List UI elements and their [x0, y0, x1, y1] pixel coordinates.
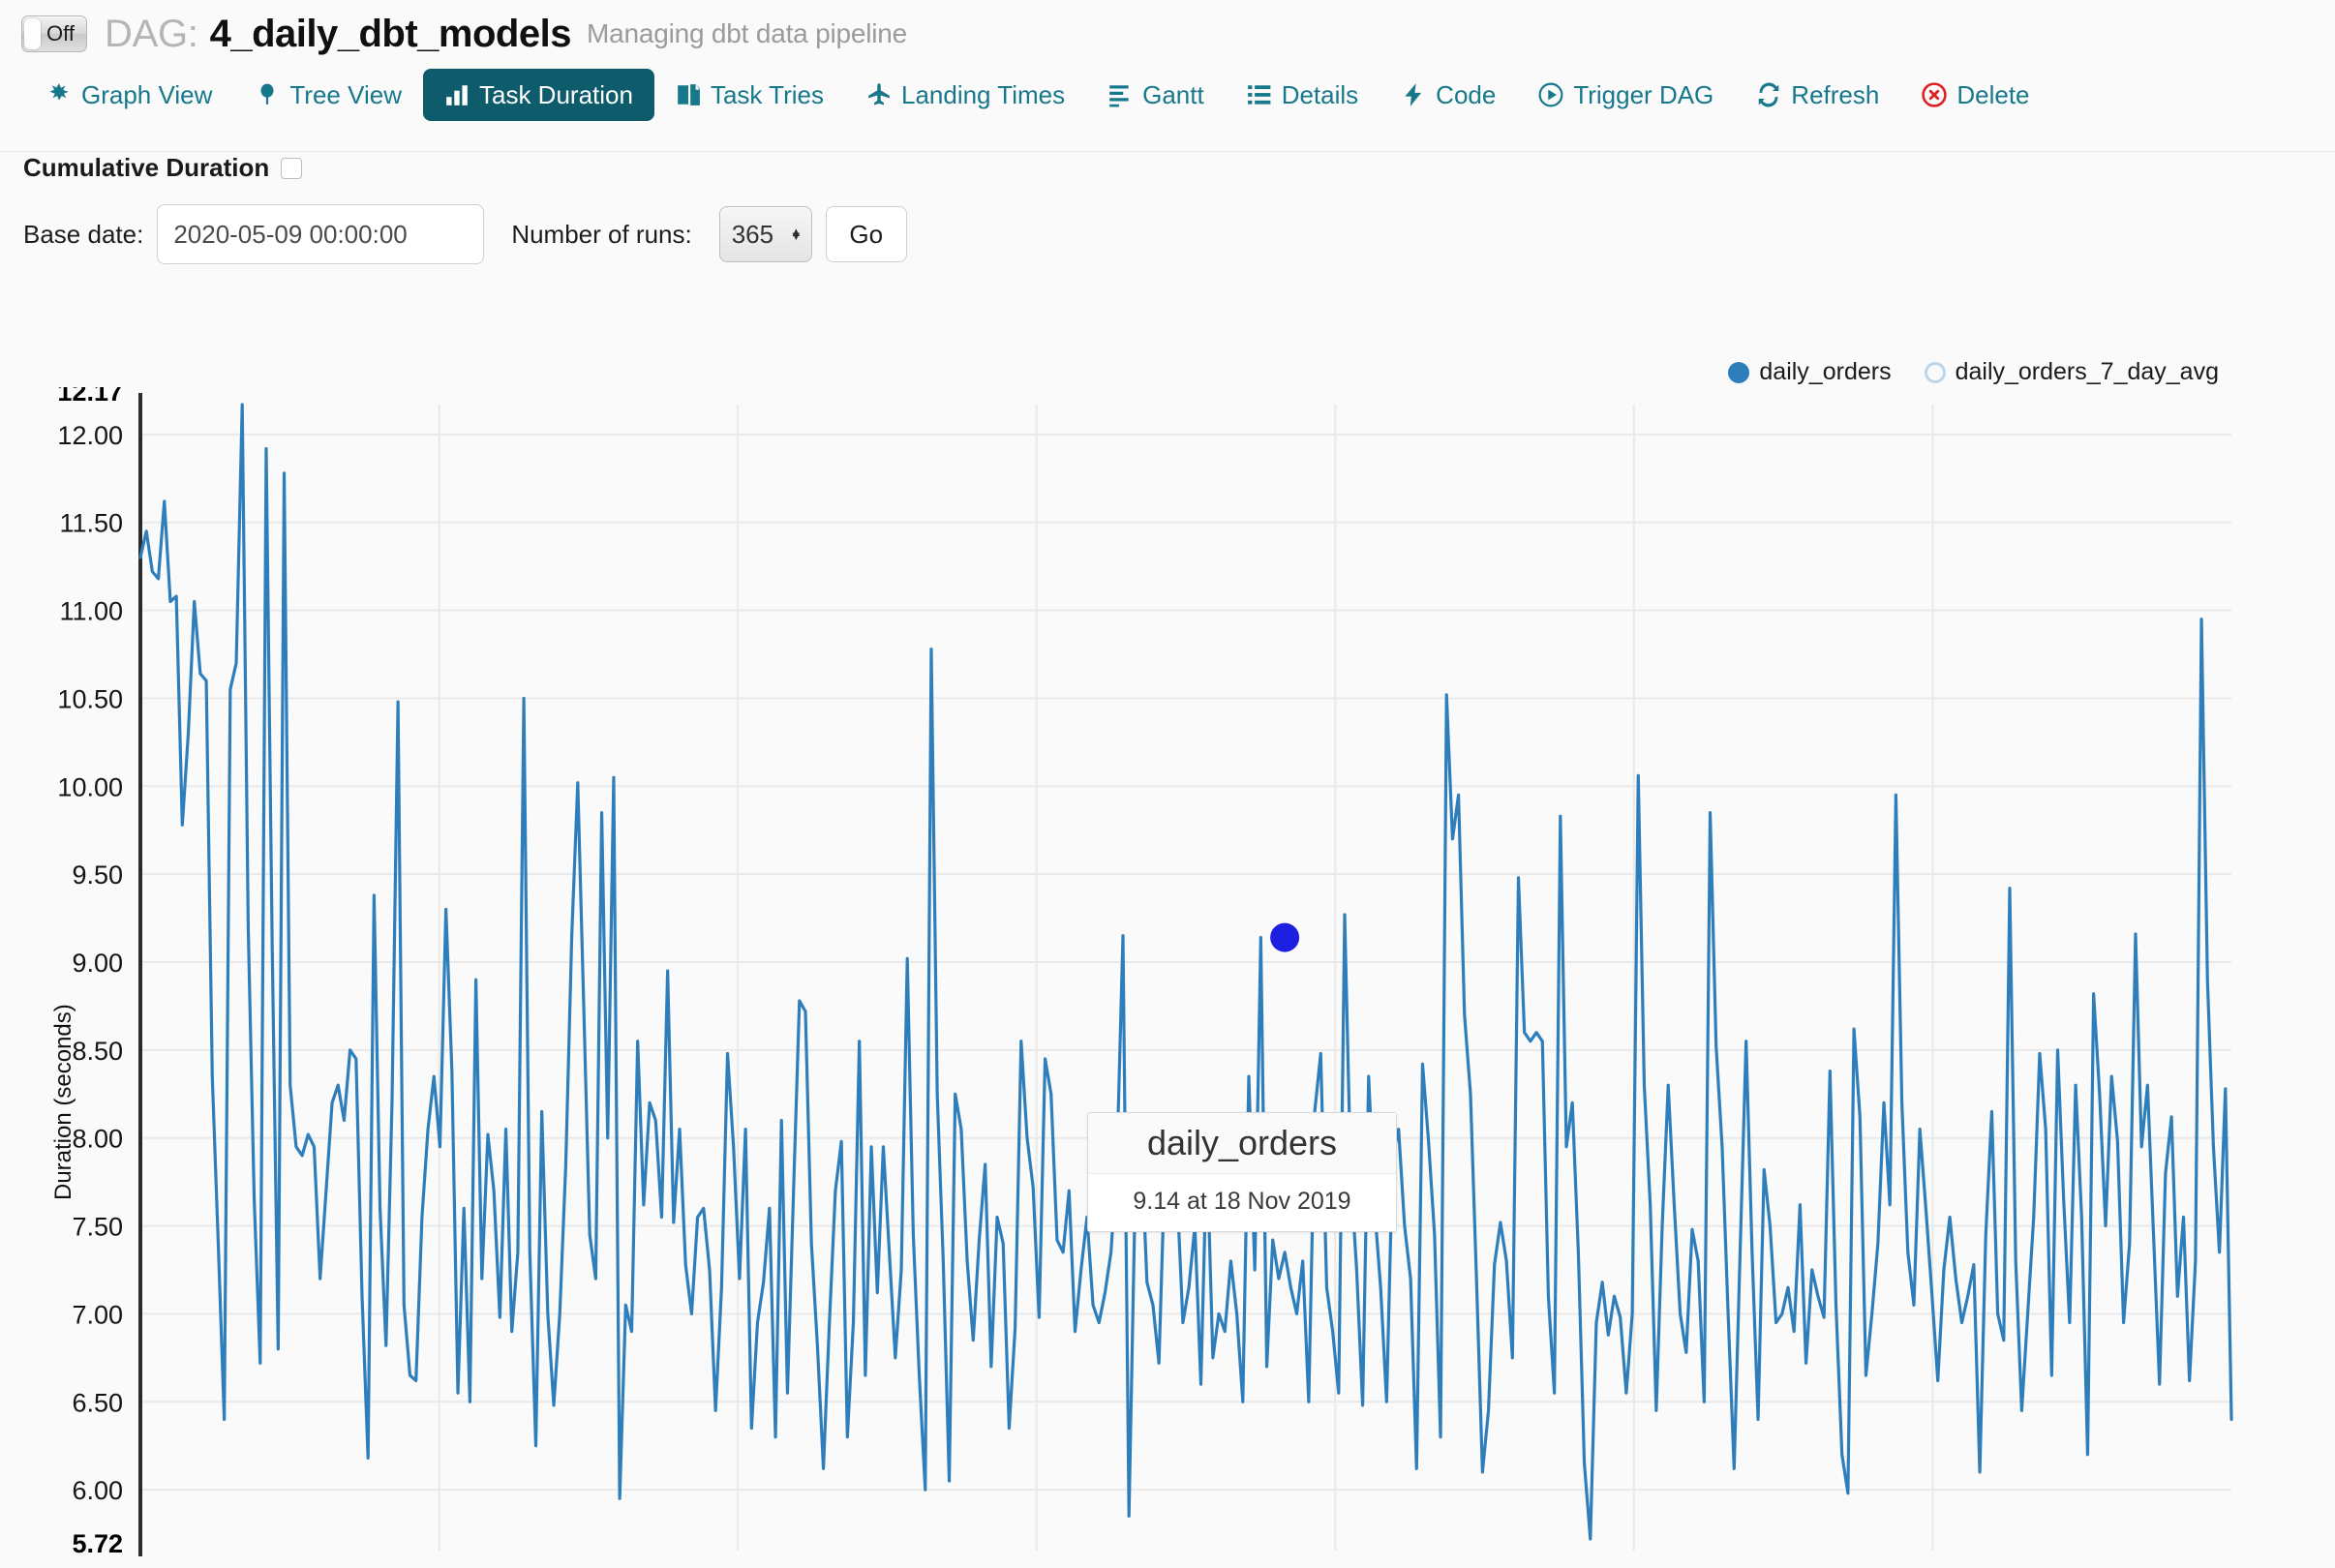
tab-label: Trigger DAG: [1573, 82, 1713, 107]
tab-label: Code: [1436, 82, 1496, 107]
svg-text:7.00: 7.00: [72, 1300, 123, 1329]
dag-nav-tabs: Graph View Tree View Task Duration Task …: [0, 60, 2335, 130]
legend-marker-icon: [1925, 362, 1946, 383]
bolt-icon: [1401, 82, 1426, 107]
tab-trigger-dag[interactable]: Trigger DAG: [1517, 69, 1735, 121]
cumulative-duration-label: Cumulative Duration: [23, 153, 269, 183]
go-button[interactable]: Go: [826, 206, 907, 262]
base-date-label: Base date:: [23, 220, 143, 250]
asterisk-icon: [46, 82, 72, 107]
svg-text:11.50: 11.50: [59, 509, 123, 538]
tab-label: Task Duration: [479, 82, 633, 107]
svg-text:6.00: 6.00: [72, 1476, 123, 1505]
tab-label: Delete: [1956, 82, 2029, 107]
toggle-label: Off: [46, 23, 86, 45]
svg-text:10.00: 10.00: [57, 772, 123, 801]
tab-label: Task Tries: [711, 82, 824, 107]
tab-refresh[interactable]: Refresh: [1735, 69, 1900, 121]
dag-header: Off DAG: 4_daily_dbt_models Managing dbt…: [0, 0, 2335, 60]
tab-task-tries[interactable]: Task Tries: [654, 69, 845, 121]
toggle-knob: [24, 18, 41, 49]
chart-svg[interactable]: 6.00 6.50 7.00 7.50 8.00 8.50 9.00 9.50 10.00 10.…: [0, 387, 2335, 1568]
tab-label: Refresh: [1791, 82, 1879, 107]
delete-circle-icon: [1922, 82, 1947, 107]
chart-plot-area: 6.00 6.50 7.00 7.50 8.00 8.50 9.00 9.50 10.00 10.…: [0, 387, 2335, 1568]
tab-task-duration[interactable]: Task Duration: [423, 69, 654, 121]
dag-id: 4_daily_dbt_models: [210, 13, 571, 56]
task-duration-chart: daily_orders daily_orders_7_day_avg 6.00…: [0, 348, 2335, 1568]
tab-delete[interactable]: Delete: [1900, 69, 2050, 121]
tab-code[interactable]: Code: [1380, 69, 1517, 121]
svg-text:6.50: 6.50: [72, 1388, 123, 1417]
legend-marker-icon: [1728, 362, 1749, 383]
tab-tree-view[interactable]: Tree View: [233, 69, 423, 121]
tab-graph-view[interactable]: Graph View: [25, 69, 233, 121]
y-axis-title: Duration (seconds): [50, 1004, 77, 1200]
tab-label: Tree View: [289, 82, 402, 107]
files-icon: [676, 82, 701, 107]
bar-chart-icon: [444, 82, 470, 107]
refresh-icon: [1756, 82, 1781, 107]
dag-label: DAG:: [105, 13, 198, 56]
svg-text:11.00: 11.00: [59, 597, 123, 626]
number-of-runs-label: Number of runs:: [511, 220, 691, 250]
list-icon: [1247, 82, 1272, 107]
legend-label: daily_orders: [1759, 358, 1891, 386]
number-of-runs-stepper[interactable]: ▲ ▼: [719, 206, 812, 262]
svg-text:12.17: 12.17: [57, 387, 123, 407]
chart-legend: daily_orders daily_orders_7_day_avg: [1728, 358, 2219, 386]
align-left-icon: [1107, 82, 1133, 107]
tab-gantt[interactable]: Gantt: [1086, 69, 1226, 121]
header-divider: [0, 151, 2335, 152]
svg-text:8.00: 8.00: [72, 1125, 123, 1154]
tab-label: Gantt: [1142, 82, 1204, 107]
svg-text:10.50: 10.50: [57, 684, 123, 713]
tab-label: Graph View: [81, 82, 212, 107]
cumulative-duration-checkbox[interactable]: [281, 158, 302, 179]
tab-details[interactable]: Details: [1226, 69, 1380, 121]
tab-label: Landing Times: [901, 82, 1065, 107]
svg-text:5.72: 5.72: [72, 1529, 123, 1558]
tab-landing-times[interactable]: Landing Times: [845, 69, 1086, 121]
svg-text:9.00: 9.00: [72, 949, 123, 978]
dag-description: Managing dbt data pipeline: [587, 18, 907, 49]
plane-icon: [866, 82, 892, 107]
date-runs-form: Base date: Number of runs: ▲ ▼ Go: [23, 204, 2335, 264]
legend-item-daily-orders-7-day-avg[interactable]: daily_orders_7_day_avg: [1925, 358, 2219, 386]
cumulative-duration-row: Cumulative Duration: [23, 153, 2335, 183]
legend-label: daily_orders_7_day_avg: [1956, 358, 2219, 386]
tab-label: Details: [1282, 82, 1358, 107]
svg-text:8.50: 8.50: [72, 1037, 123, 1066]
play-circle-icon: [1538, 82, 1563, 107]
stepper-arrows-icon[interactable]: ▲ ▼: [790, 232, 803, 236]
chart-controls: Cumulative Duration Base date: Number of…: [0, 130, 2335, 264]
svg-text:12.00: 12.00: [57, 421, 123, 450]
svg-text:9.50: 9.50: [72, 860, 123, 890]
tree-icon: [255, 82, 280, 107]
base-date-input[interactable]: [157, 204, 484, 264]
svg-text:7.50: 7.50: [72, 1213, 123, 1242]
dag-pause-toggle[interactable]: Off: [21, 15, 87, 52]
legend-item-daily-orders[interactable]: daily_orders: [1728, 358, 1891, 386]
